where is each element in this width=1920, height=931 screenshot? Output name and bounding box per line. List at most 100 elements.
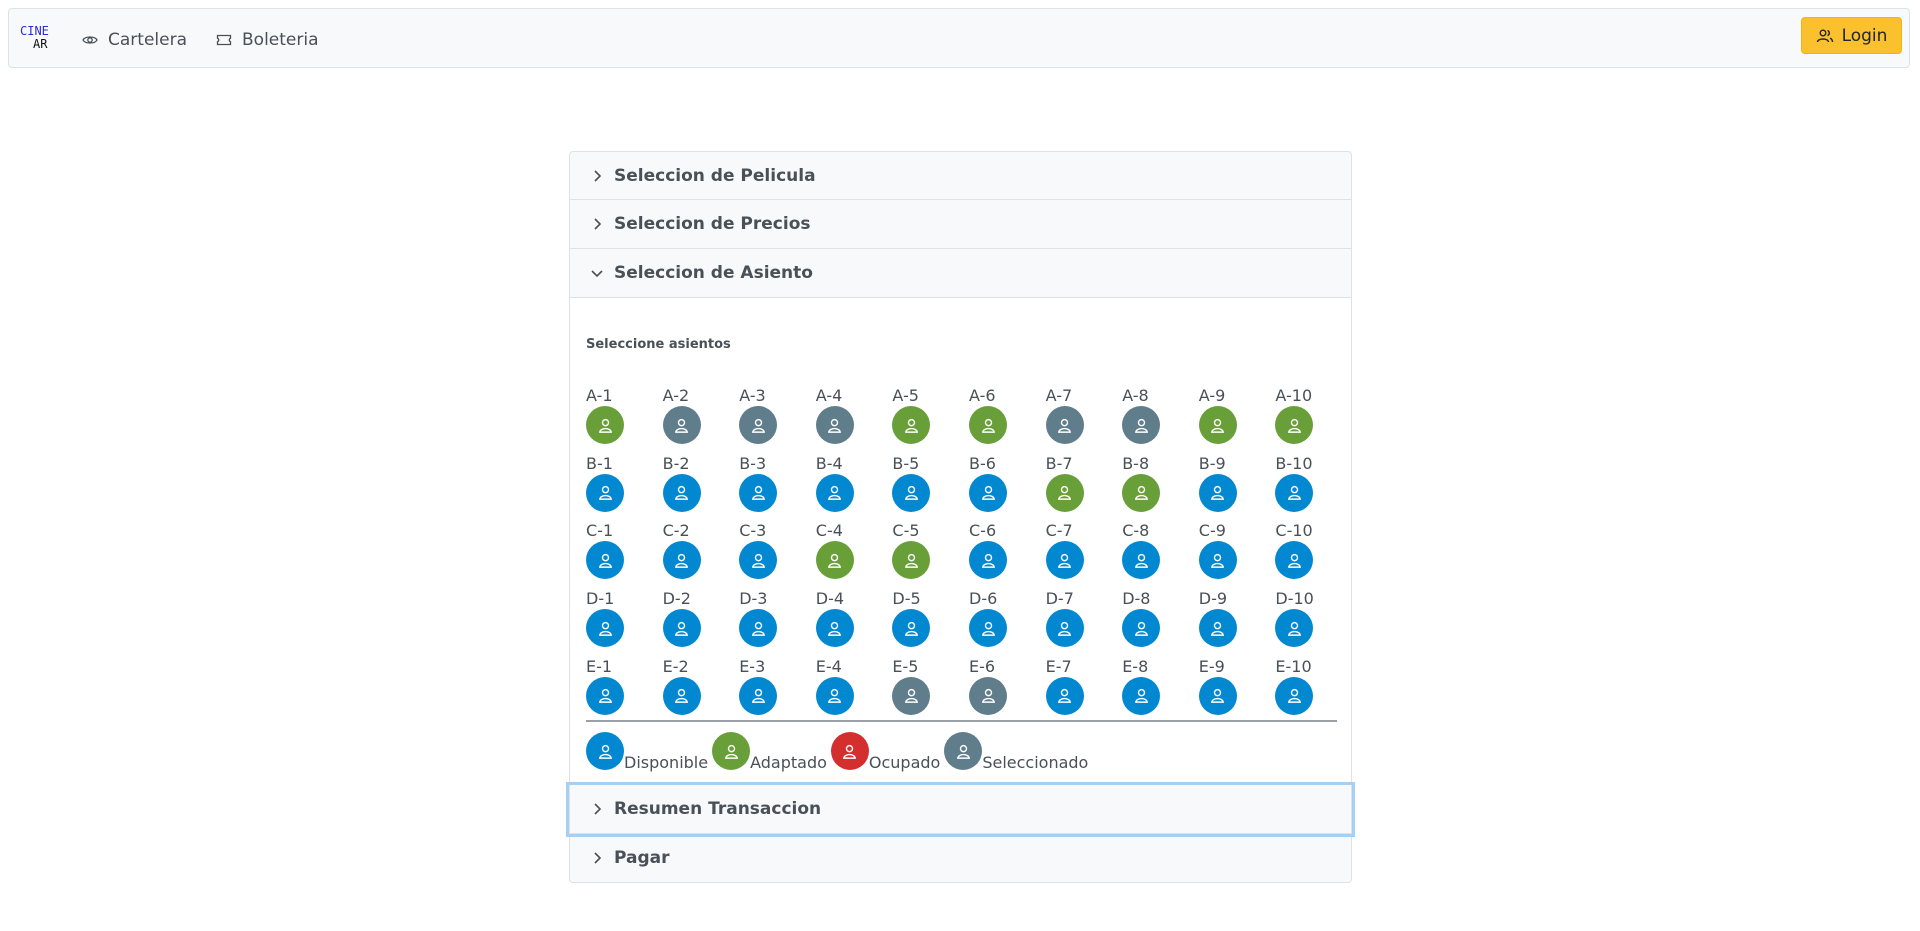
seat-label: D-4 <box>815 589 845 609</box>
tab-pagar[interactable]: Pagar <box>569 834 1352 883</box>
seat-B-10[interactable]: B-10 <box>1275 454 1315 512</box>
seat-A-7[interactable]: A-7 <box>1045 387 1086 444</box>
seat-label: E-8 <box>1122 656 1149 676</box>
seat-B-3[interactable]: B-3 <box>739 454 779 512</box>
seat-B-5[interactable]: B-5 <box>892 454 932 512</box>
tab-seleccion-asiento[interactable]: Seleccion de Asiento <box>569 249 1352 298</box>
seat-status-disponible <box>586 473 624 512</box>
seat-B-1[interactable]: B-1 <box>586 454 626 512</box>
seat-D-10[interactable]: D-10 <box>1275 590 1315 648</box>
seat-C-3[interactable]: C-3 <box>739 521 779 580</box>
seat-A-3[interactable]: A-3 <box>739 387 779 444</box>
seat-status-disponible <box>1045 541 1084 580</box>
seat-E-2[interactable]: E-2 <box>662 657 703 715</box>
seat-E-8[interactable]: E-8 <box>1122 656 1162 715</box>
seat-label: D-9 <box>1198 589 1228 609</box>
seat-label: B-6 <box>969 453 996 473</box>
seat-label: C-3 <box>739 521 767 541</box>
chevron-right-icon <box>594 852 602 864</box>
seat-B-9[interactable]: B-9 <box>1198 454 1239 512</box>
user-icon <box>956 744 970 759</box>
seat-label: A-9 <box>1198 386 1226 405</box>
seat-status-disponible <box>1198 609 1237 648</box>
seat-C-9[interactable]: C-9 <box>1198 522 1239 580</box>
seat-status-disponible <box>739 609 778 648</box>
seat-A-8[interactable]: A-8 <box>1122 387 1162 444</box>
seat-label: D-1 <box>586 589 615 609</box>
seat-E-10[interactable]: E-10 <box>1275 656 1315 715</box>
seat-E-4[interactable]: E-4 <box>815 657 856 715</box>
seat-E-7[interactable]: E-7 <box>1045 657 1086 715</box>
seat-status-disponible <box>969 609 1007 648</box>
seat-status-disponible <box>1122 541 1161 580</box>
legend-item-disponible: Disponible <box>586 732 708 771</box>
seat-status-disponible <box>815 676 854 715</box>
seat-D-8[interactable]: D-8 <box>1122 590 1162 648</box>
seat-A-9[interactable]: A-9 <box>1198 386 1239 444</box>
seat-status-disponible <box>662 541 701 580</box>
seat-E-1[interactable]: E-1 <box>586 656 626 715</box>
seat-D-2[interactable]: D-2 <box>662 590 703 648</box>
seat-C-7[interactable]: C-7 <box>1045 522 1086 580</box>
seat-D-6[interactable]: D-6 <box>969 589 1009 648</box>
seat-D-3[interactable]: D-3 <box>739 589 779 648</box>
seat-A-10[interactable]: A-10 <box>1275 387 1315 444</box>
seat-D-4[interactable]: D-4 <box>815 589 856 648</box>
seat-E-5[interactable]: E-5 <box>892 657 932 715</box>
seat-D-5[interactable]: D-5 <box>892 590 932 648</box>
seat-label: E-10 <box>1275 656 1312 676</box>
seat-B-6[interactable]: B-6 <box>969 453 1009 512</box>
seat-A-1[interactable]: A-1 <box>586 387 626 444</box>
seat-C-8[interactable]: C-8 <box>1122 522 1162 580</box>
seat-A-2[interactable]: A-2 <box>662 386 703 444</box>
seat-label: A-5 <box>892 386 919 405</box>
seat-B-4[interactable]: B-4 <box>815 454 856 512</box>
seat-B-7[interactable]: B-7 <box>1045 454 1086 512</box>
user-icon <box>751 553 765 568</box>
seat-label: D-3 <box>739 589 768 609</box>
user-icon <box>598 553 612 568</box>
login-button[interactable]: Login <box>1801 17 1902 54</box>
seat-label: A-2 <box>662 386 690 405</box>
seat-C-4[interactable]: C-4 <box>815 522 856 580</box>
user-icon <box>724 744 738 759</box>
seat-B-8[interactable]: B-8 <box>1122 454 1162 512</box>
seat-status-adaptado <box>892 541 931 580</box>
seat-B-2[interactable]: B-2 <box>662 453 703 512</box>
seat-D-7[interactable]: D-7 <box>1045 590 1086 648</box>
seat-C-10[interactable]: C-10 <box>1275 522 1315 580</box>
seat-E-6[interactable]: E-6 <box>969 657 1009 715</box>
user-icon <box>1058 553 1072 568</box>
seat-E-9[interactable]: E-9 <box>1198 657 1239 715</box>
seat-C-1[interactable]: C-1 <box>586 522 626 580</box>
user-icon <box>751 621 765 636</box>
top-navbar: CINE AR Cartelera Boleteria Login <box>8 8 1910 68</box>
seat-status-disponible <box>892 609 931 648</box>
user-icon <box>828 621 842 636</box>
user-icon <box>828 553 842 568</box>
tab-seleccion-pelicula[interactable]: Seleccion de Pelicula <box>569 151 1352 200</box>
seat-label: D-6 <box>969 589 998 609</box>
user-icon <box>598 486 612 501</box>
seat-D-9[interactable]: D-9 <box>1198 589 1239 648</box>
seat-E-3[interactable]: E-3 <box>739 657 779 715</box>
brand-logo[interactable]: CINE AR <box>20 25 60 57</box>
seat-A-4[interactable]: A-4 <box>815 387 856 444</box>
seat-status-disponible <box>1045 676 1084 715</box>
seat-C-6[interactable]: C-6 <box>969 522 1009 580</box>
seat-C-5[interactable]: C-5 <box>892 521 932 580</box>
seat-label: B-2 <box>662 453 690 473</box>
seat-label: C-5 <box>892 521 920 541</box>
tab-resumen-transaccion[interactable]: Resumen Transaccion <box>569 785 1352 834</box>
seat-A-5[interactable]: A-5 <box>892 387 932 444</box>
nav-cartelera[interactable]: Cartelera <box>82 29 187 51</box>
user-icon <box>675 689 689 704</box>
seat-A-6[interactable]: A-6 <box>969 387 1009 444</box>
user-icon <box>1058 486 1072 501</box>
nav-boleteria[interactable]: Boleteria <box>216 29 319 51</box>
seat-C-2[interactable]: C-2 <box>662 522 703 580</box>
tab-seleccion-precios[interactable]: Seleccion de Precios <box>569 200 1352 249</box>
seat-D-1[interactable]: D-1 <box>586 589 626 648</box>
user-icon <box>675 418 689 433</box>
seat-label: E-1 <box>586 656 613 676</box>
